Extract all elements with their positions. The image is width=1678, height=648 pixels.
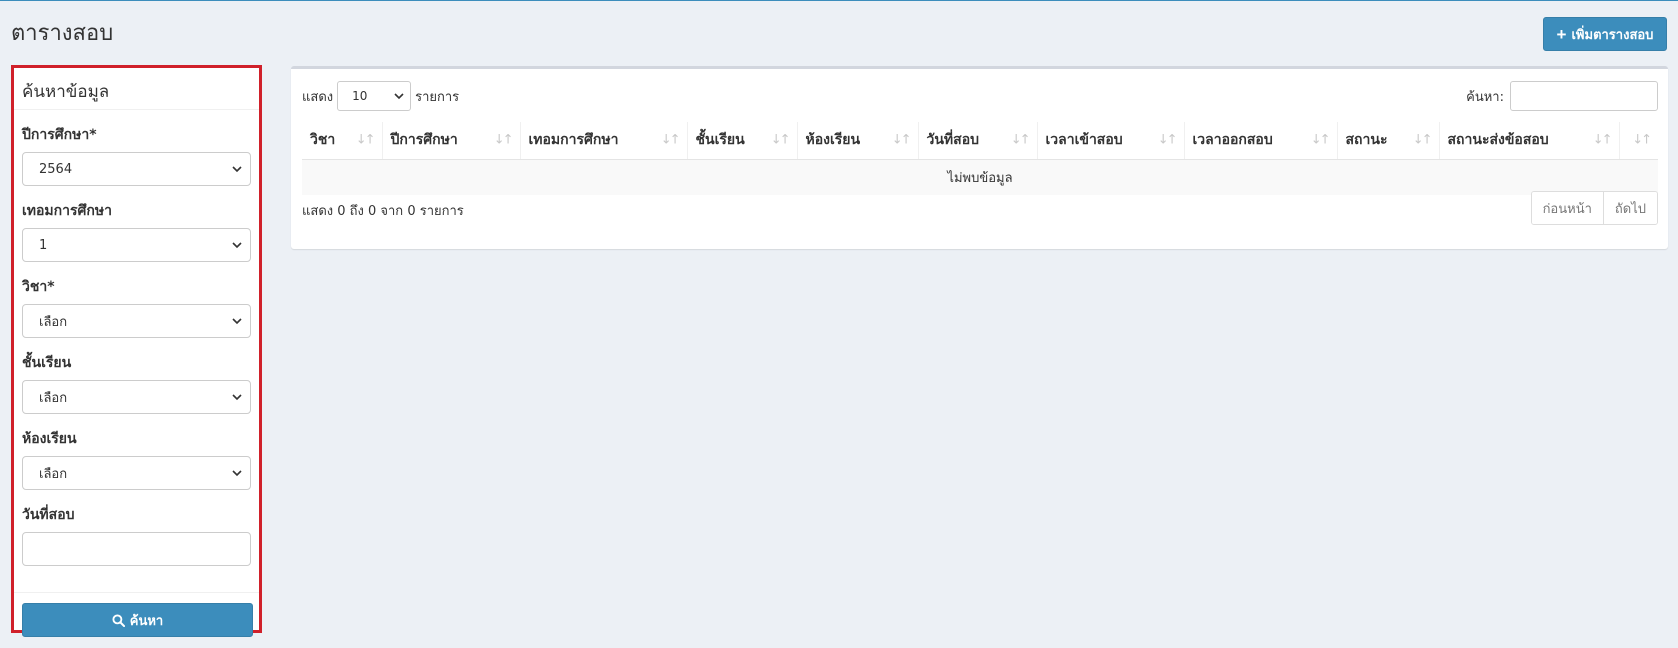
field-academic-year: ปีการศึกษา* 2564 <box>14 124 259 186</box>
field-classroom: ห้องเรียน เลือก <box>14 428 259 490</box>
field-exam-date: วันที่สอบ <box>14 504 259 566</box>
field-grade: ชั้นเรียน เลือก <box>14 352 259 414</box>
column-header-label: วิชา <box>310 132 336 149</box>
academic-year-label: ปีการศึกษา* <box>22 127 97 143</box>
column-header-subject[interactable]: วิชา ↓↑ <box>302 122 383 160</box>
table-row: ไม่พบข้อมูล <box>302 159 1658 195</box>
column-header-label: เทอมการศึกษา <box>528 132 619 149</box>
search-button[interactable]: ค้นหา <box>22 603 253 637</box>
term-value: 1 <box>39 237 48 253</box>
classroom-value: เลือก <box>39 466 68 482</box>
column-header-exam-submission-status[interactable]: สถานะส่งข้อสอบ ↓↑ <box>1439 122 1620 160</box>
sort-icon: ↓↑ <box>660 132 681 148</box>
term-label: เทอมการศึกษา <box>22 203 112 219</box>
term-select[interactable]: 1 <box>22 228 251 262</box>
subject-label: วิชา* <box>22 279 55 295</box>
column-header-label: ห้องเรียน <box>805 132 861 149</box>
column-header-academic-year[interactable]: ปีการศึกษา ↓↑ <box>382 122 521 160</box>
subject-select[interactable]: เลือก <box>22 304 251 338</box>
sort-icon: ↓↑ <box>891 132 912 148</box>
column-header-label: วันที่สอบ <box>926 132 980 149</box>
table-filter: ค้นหา: <box>1466 81 1658 111</box>
sort-icon: ↓↑ <box>1632 132 1652 148</box>
next-page-button[interactable]: ถัดไป <box>1602 192 1657 224</box>
previous-page-button[interactable]: ก่อนหน้า <box>1531 192 1603 224</box>
panel-divider <box>14 592 259 593</box>
classroom-label: ห้องเรียน <box>22 431 77 447</box>
empty-table-message: ไม่พบข้อมูล <box>302 159 1658 195</box>
add-exam-schedule-label: เพิ่มตารางสอบ <box>1571 26 1654 42</box>
column-header-actions[interactable]: ↓↑ <box>1619 122 1658 160</box>
column-header-label: ปีการศึกษา <box>390 132 458 149</box>
page-length-value: 10 <box>352 89 368 103</box>
filter-label: ค้นหา: <box>1466 89 1504 105</box>
page-length-select[interactable]: 10 <box>337 81 412 111</box>
grade-value: เลือก <box>39 390 68 406</box>
column-header-term[interactable]: เทอมการศึกษา ↓↑ <box>520 122 688 160</box>
filter-input[interactable] <box>1510 81 1658 111</box>
length-prefix: แสดง <box>302 89 334 105</box>
sort-icon: ↓↑ <box>1310 132 1331 148</box>
search-icon <box>112 613 125 627</box>
table-header-row: วิชา ↓↑ ปีการศึกษา ↓↑ เทอมการศึกษา ↓↑ ชั้นเ… <box>302 122 1658 160</box>
field-term: เทอมการศึกษา 1 <box>14 200 259 262</box>
length-suffix: รายการ <box>415 89 460 105</box>
academic-year-select[interactable]: 2564 <box>22 152 251 186</box>
chevron-down-icon <box>232 470 242 477</box>
table-info: แสดง 0 ถึง 0 จาก 0 รายการ <box>302 204 464 219</box>
exam-schedule-table: วิชา ↓↑ ปีการศึกษา ↓↑ เทอมการศึกษา ↓↑ ชั้นเ… <box>302 122 1658 195</box>
academic-year-value: 2564 <box>39 161 73 177</box>
classroom-select[interactable]: เลือก <box>22 456 251 490</box>
subject-value: เลือก <box>39 314 68 330</box>
chevron-down-icon <box>232 242 242 249</box>
column-header-status[interactable]: สถานะ ↓↑ <box>1337 122 1440 160</box>
sort-icon: ↓↑ <box>1157 132 1178 148</box>
column-header-end-time[interactable]: เวลาออกสอบ ↓↑ <box>1184 122 1338 160</box>
plus-icon: + <box>1556 24 1567 44</box>
chevron-down-icon <box>394 93 404 100</box>
column-header-label: สถานะส่งข้อสอบ <box>1447 132 1549 149</box>
search-button-label: ค้นหา <box>129 612 164 628</box>
sort-icon: ↓↑ <box>1010 132 1031 148</box>
sort-icon: ↓↑ <box>770 132 791 148</box>
exam-date-input[interactable] <box>22 532 251 566</box>
column-header-classroom[interactable]: ห้องเรียน ↓↑ <box>797 122 919 160</box>
sort-icon: ↓↑ <box>1592 132 1613 148</box>
column-header-start-time[interactable]: เวลาเข้าสอบ ↓↑ <box>1037 122 1185 160</box>
column-header-label: ชั้นเรียน <box>695 132 745 149</box>
chevron-down-icon <box>232 318 242 325</box>
column-header-label: เวลาออกสอบ <box>1192 132 1273 149</box>
column-header-label: สถานะ <box>1345 132 1388 149</box>
search-panel-title: ค้นหาข้อมูล <box>14 68 259 110</box>
grade-label: ชั้นเรียน <box>22 355 72 371</box>
column-header-grade[interactable]: ชั้นเรียน ↓↑ <box>687 122 798 160</box>
page-title: ตารางสอบ <box>11 21 114 46</box>
search-panel: ค้นหาข้อมูล ปีการศึกษา* 2564 เทอมการศึกษ… <box>11 65 262 637</box>
exam-date-label: วันที่สอบ <box>22 507 75 523</box>
field-subject: วิชา* เลือก <box>14 276 259 338</box>
sort-icon: ↓↑ <box>1412 132 1433 148</box>
pagination: ก่อนหน้า ถัดไป <box>1530 191 1658 225</box>
chevron-down-icon <box>232 394 242 401</box>
page-length-control: แสดง 10 รายการ <box>302 81 459 111</box>
grade-select[interactable]: เลือก <box>22 380 251 414</box>
results-box: แสดง 10 รายการ ค้นหา: วิชา ↓↑ ปีการศึกษา ↓… <box>291 66 1668 249</box>
sort-icon: ↓↑ <box>493 132 514 148</box>
sort-icon: ↓↑ <box>355 132 376 148</box>
column-header-label: เวลาเข้าสอบ <box>1045 132 1123 149</box>
add-exam-schedule-button[interactable]: + เพิ่มตารางสอบ <box>1543 17 1667 51</box>
chevron-down-icon <box>232 166 242 173</box>
column-header-exam-date[interactable]: วันที่สอบ ↓↑ <box>918 122 1038 160</box>
